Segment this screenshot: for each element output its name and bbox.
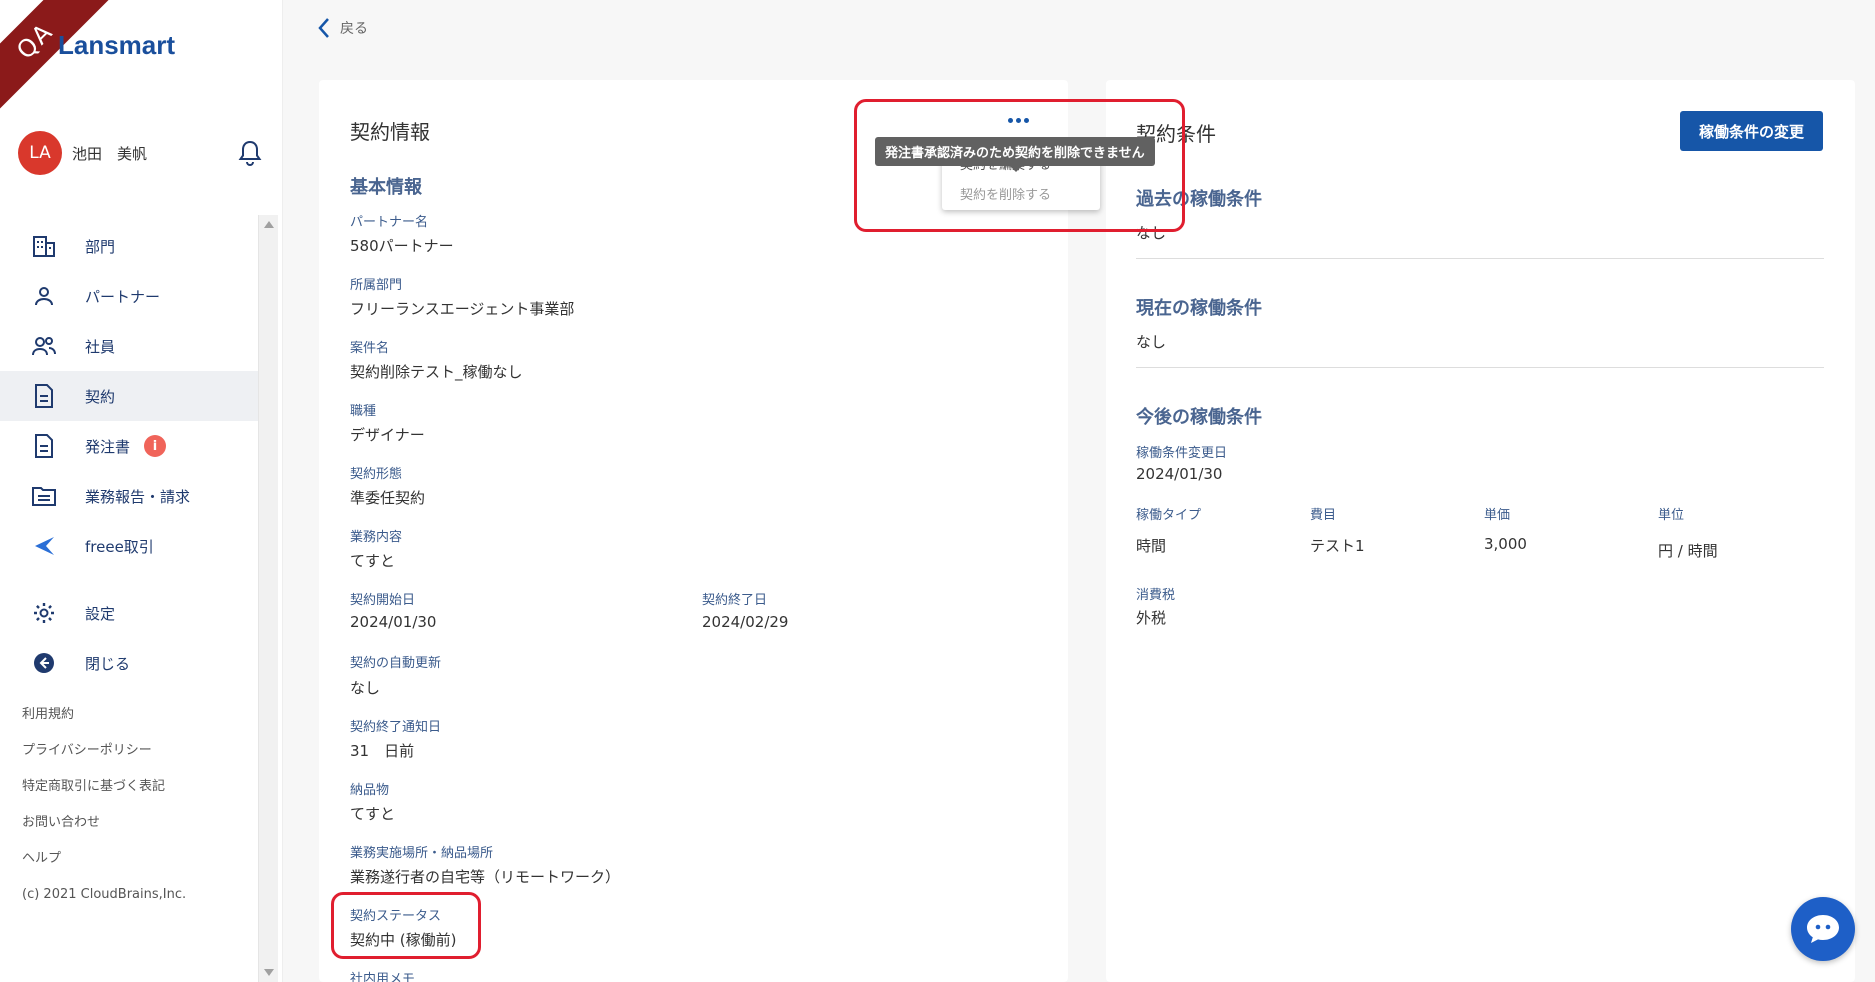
divider [1136, 258, 1824, 259]
copyright: (c) 2021 CloudBrains,Inc. [22, 887, 187, 902]
user-name: 池田 美帆 [72, 144, 148, 163]
section-title: 基本情報 [350, 177, 422, 198]
start-date: 2024/01/30 [350, 613, 437, 631]
nav-label: パートナー [85, 287, 161, 306]
work-content: てすと [350, 552, 396, 570]
contract-conditions-card: 契約条件 過去の稼働条件 なし 現在の稼働条件 なし 今後の稼働条件 稼働条件変… [1106, 80, 1855, 982]
field-label: 契約開始日 [350, 593, 416, 608]
section-title: 今後の稼働条件 [1136, 407, 1262, 428]
partner-name: 580パートナー [350, 237, 454, 255]
nav-label: 業務報告・請求 [85, 487, 191, 506]
nav-label: 設定 [85, 604, 116, 623]
footer-link-privacy[interactable]: プライバシーポリシー [22, 739, 152, 758]
work-place: 業務遂行者の自宅等（リモートワーク） [350, 868, 621, 886]
nav-label: 発注書 [85, 437, 131, 456]
notification-badge: i [144, 435, 167, 457]
field-label: 業務実施場所・納品場所 [350, 846, 494, 861]
nav-label: 部門 [85, 237, 116, 256]
tax-type: 外税 [1136, 609, 1167, 627]
change-conditions-button[interactable]: 稼働条件の変更 [1680, 111, 1823, 151]
field-label: 稼働条件変更日 [1136, 446, 1228, 461]
gear-icon [30, 599, 58, 627]
chevron-left-icon [318, 18, 329, 38]
project-name: 契約削除テスト_稼働なし [350, 363, 523, 381]
nav-item-freee[interactable]: freee取引 [0, 521, 258, 571]
nav-label: 社員 [85, 337, 116, 356]
deliverables: てすと [350, 805, 396, 823]
work-type: 時間 [1136, 537, 1167, 555]
highlight-box-status [331, 892, 481, 959]
current-conditions-value: なし [1136, 333, 1167, 351]
field-label: 消費税 [1136, 588, 1176, 603]
nav-label: 契約 [85, 387, 116, 406]
field-label: 案件名 [350, 341, 390, 356]
field-label: パートナー名 [350, 215, 429, 230]
column-header: 費目 [1310, 508, 1337, 523]
footer-link-help[interactable]: ヘルプ [22, 847, 61, 866]
nav-item-contracts[interactable]: 契約 [0, 371, 258, 421]
auto-renew: なし [350, 679, 381, 697]
field-label: 所属部門 [350, 278, 403, 293]
field-label: 社内用メモ [350, 972, 416, 982]
change-date: 2024/01/30 [1136, 465, 1223, 483]
sidebar: QA Lansmart LA 池田 美帆 部門 パートナー 社員 契約 発注書 … [0, 0, 283, 982]
sidebar-scrollbar[interactable] [258, 215, 278, 982]
chat-bubble-icon [1807, 915, 1839, 943]
column-header: 稼働タイプ [1136, 508, 1202, 523]
column-header: 単価 [1484, 508, 1511, 523]
people-icon [30, 332, 58, 360]
nav-item-purchase-orders[interactable]: 発注書 i [0, 421, 258, 471]
scroll-up-icon[interactable] [264, 221, 274, 228]
nav-item-partners[interactable]: パートナー [0, 271, 258, 321]
field-label: 契約形態 [350, 467, 403, 482]
job-type: デザイナー [350, 426, 425, 444]
field-label: 職種 [350, 404, 377, 419]
user-profile[interactable]: LA 池田 美帆 [18, 131, 263, 175]
footer-link-contact[interactable]: お問い合わせ [22, 811, 100, 830]
nav-label: 閉じる [85, 654, 131, 673]
column-header: 単位 [1658, 508, 1685, 523]
person-icon [30, 282, 58, 310]
nav-item-reports-billing[interactable]: 業務報告・請求 [0, 471, 258, 521]
contract-form: 準委任契約 [350, 489, 426, 507]
avatar[interactable]: LA [18, 131, 62, 175]
field-label: 契約終了日 [702, 593, 768, 608]
freee-icon [30, 532, 58, 560]
back-link[interactable]: 戻る [318, 17, 368, 39]
scroll-down-icon[interactable] [264, 969, 274, 976]
footer-link-commerce-law[interactable]: 特定商取引に基づく表記 [22, 775, 165, 794]
department: フリーランスエージェント事業部 [350, 300, 575, 318]
building-icon [30, 232, 58, 260]
nav-item-close[interactable]: 閉じる [0, 638, 258, 688]
nav-menu: 部門 パートナー 社員 契約 発注書 i 業務報告・請求 freee取引 設定 … [0, 215, 258, 982]
card-title: 契約情報 [350, 120, 430, 144]
field-label: 納品物 [350, 783, 390, 798]
bell-icon[interactable] [237, 139, 263, 167]
expense-item: テスト1 [1310, 537, 1365, 555]
nav-label: freee取引 [85, 537, 154, 556]
unit: 円 / 時間 [1658, 542, 1718, 560]
folder-icon [30, 482, 58, 510]
section-title: 現在の稼働条件 [1136, 298, 1262, 319]
app-logo[interactable]: Lansmart [58, 30, 175, 61]
end-date: 2024/02/29 [702, 613, 789, 631]
notice-days: 31 日前 [350, 742, 415, 760]
app-root: QA Lansmart LA 池田 美帆 部門 パートナー 社員 契約 発注書 … [0, 0, 1875, 982]
nav-item-employees[interactable]: 社員 [0, 321, 258, 371]
nav-item-settings[interactable]: 設定 [0, 588, 258, 638]
highlight-box-menu [854, 99, 1185, 232]
nav-item-departments[interactable]: 部門 [0, 221, 258, 271]
document-icon [30, 432, 58, 460]
field-label: 業務内容 [350, 530, 403, 545]
field-label: 契約の自動更新 [350, 656, 442, 671]
divider [1136, 367, 1824, 368]
document-icon [30, 382, 58, 410]
chat-button[interactable] [1791, 897, 1855, 961]
back-label: 戻る [340, 21, 368, 37]
field-label: 契約終了通知日 [350, 720, 442, 735]
unit-price: 3,000 [1484, 535, 1527, 553]
footer-link-terms[interactable]: 利用規約 [22, 703, 74, 722]
arrow-left-circle-icon [30, 649, 58, 677]
